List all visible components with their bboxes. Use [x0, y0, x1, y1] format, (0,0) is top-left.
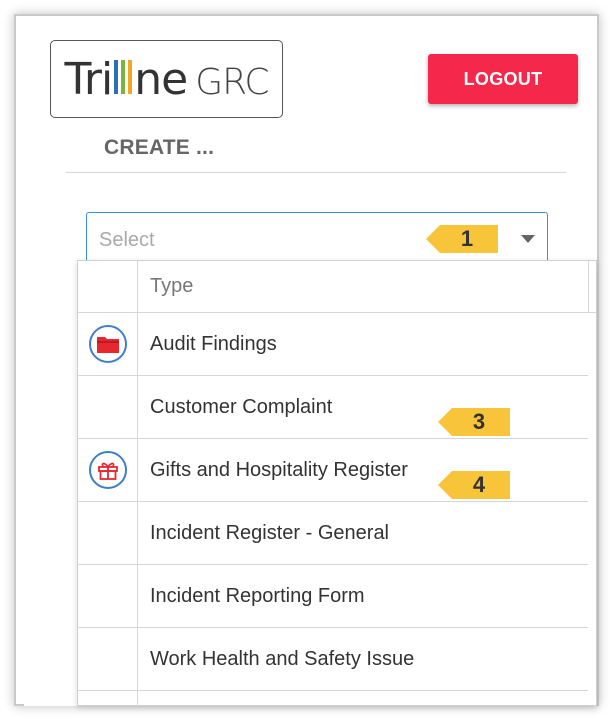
list-item-label: Gifts and Hospitality Register	[150, 458, 408, 481]
row-icon-cell	[78, 439, 138, 501]
create-panel: Tri ne GRC LOGOUT CREATE ... Select Type	[24, 16, 597, 707]
row-icon-cell	[78, 691, 138, 707]
create-title: CREATE ...	[104, 136, 215, 159]
app-frame: Tri ne GRC LOGOUT CREATE ... Select Type	[14, 14, 599, 707]
logout-button[interactable]: LOGOUT	[428, 54, 578, 104]
logo-word-start: Tri	[64, 53, 114, 105]
list-item-incident-register[interactable]: Incident Register - General	[78, 502, 588, 565]
list-item-customer-complaint[interactable]: Customer Complaint	[78, 376, 588, 439]
header-icon-cell	[78, 261, 138, 312]
list-item-label: Work Health and Safety Issue	[150, 647, 415, 670]
list-item-label: Audit Findings	[150, 332, 277, 355]
list-item-label: Incident Register - General	[150, 521, 390, 544]
divider	[66, 172, 566, 173]
row-icon-cell	[78, 376, 138, 438]
logo-suffix: GRC	[195, 61, 269, 103]
triline-grc-logo: Tri ne GRC	[50, 40, 283, 118]
gift-icon	[88, 451, 127, 489]
list-item-gifts-hospitality[interactable]: Gifts and Hospitality Register	[78, 439, 588, 502]
callout-marker-4: 4	[438, 471, 510, 499]
chevron-down-icon[interactable]	[521, 235, 535, 243]
type-dropdown-list: Type Audit Findings Customer Complaint G…	[77, 260, 597, 707]
row-icon-cell	[78, 565, 138, 627]
row-icon-cell	[78, 628, 138, 690]
list-item-audit-findings[interactable]: Audit Findings	[78, 313, 588, 376]
list-item-whs-issue[interactable]: Work Health and Safety Issue	[78, 628, 588, 691]
folder-icon	[88, 325, 127, 363]
callout-marker-3: 3	[438, 408, 510, 436]
list-item-label: Customer Complaint	[150, 395, 333, 418]
header-end-cell	[588, 261, 596, 312]
column-header-type: Type	[150, 275, 194, 297]
row-icon-cell	[78, 313, 138, 375]
callout-marker-1: 1	[426, 225, 498, 253]
logo-color-bars	[114, 59, 133, 94]
select-placeholder: Select	[99, 229, 155, 251]
list-item-incident-reporting-form[interactable]: Incident Reporting Form	[78, 565, 588, 628]
list-item-label: Incident Reporting Form	[150, 584, 365, 607]
list-spacer-row	[78, 691, 588, 707]
logo-text: Tri ne GRC	[64, 53, 270, 105]
row-icon-cell	[78, 502, 138, 564]
table-header-row: Type	[78, 261, 596, 313]
logo-word-end: ne	[134, 53, 188, 105]
